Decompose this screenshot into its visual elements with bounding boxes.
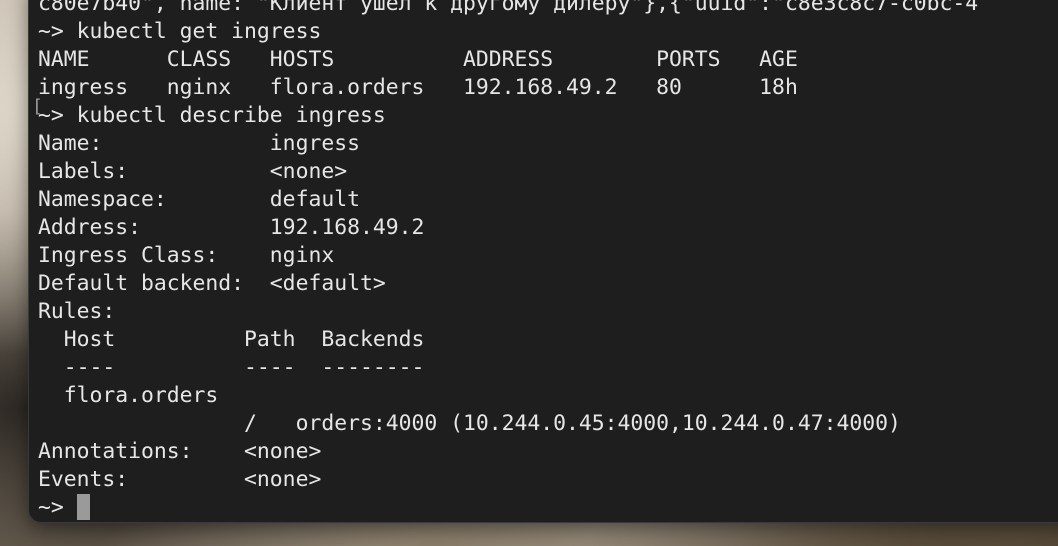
terminal-line: ~> kubectl describe ingress: [38, 103, 386, 128]
terminal-line: Address: 192.168.49.2: [38, 215, 425, 240]
terminal-line: Host Path Backends: [38, 327, 425, 352]
terminal-window[interactable]: c80e7b40", name: "Клиент ушёл к другому …: [29, 0, 1058, 522]
terminal-line: flora.orders: [38, 383, 219, 408]
terminal-line: ~> kubectl get ingress: [38, 19, 322, 44]
prompt-symbol: ~>: [38, 495, 64, 520]
terminal-line: Annotations: <none>: [38, 439, 322, 464]
terminal-line: Namespace: default: [38, 187, 360, 212]
terminal-line: Name: ingress: [38, 131, 360, 156]
terminal-line: NAME CLASS HOSTS ADDRESS PORTS AGE: [38, 47, 798, 72]
terminal-prompt-line[interactable]: ~>: [38, 494, 1058, 522]
terminal-line: Ingress Class: nginx: [38, 243, 335, 268]
terminal-line: Events: <none>: [38, 467, 322, 492]
terminal-line: Rules:: [38, 299, 116, 324]
terminal-line: ingress nginx flora.orders 192.168.49.2 …: [38, 75, 798, 100]
terminal-output: c80e7b40", name: "Клиент ушёл к другому …: [38, 0, 1058, 522]
text-cursor[interactable]: [76, 494, 90, 520]
terminal-line: Default backend: <default>: [38, 271, 386, 296]
scroll-marker-icon: [: [32, 96, 43, 117]
terminal-line: ---- ---- --------: [38, 355, 425, 380]
terminal-line: c80e7b40", name: "Клиент ушёл к другому …: [38, 0, 979, 16]
terminal-line: Labels: <none>: [38, 159, 348, 184]
terminal-line: / orders:4000 (10.244.0.45:4000,10.244.0…: [38, 411, 901, 436]
